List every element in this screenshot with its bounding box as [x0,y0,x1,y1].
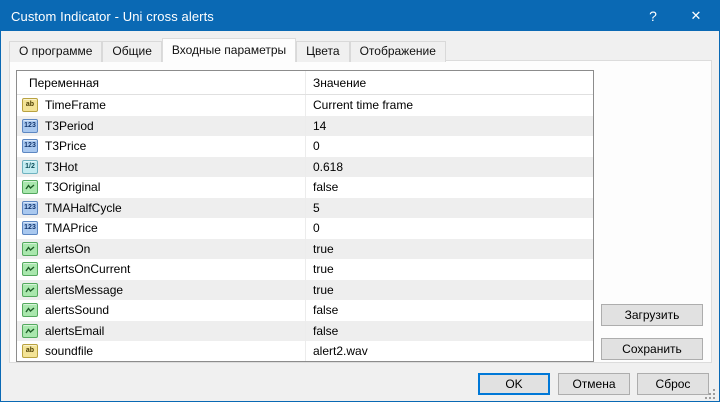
param-row[interactable]: 123 TMAHalfCycle 5 [17,198,593,219]
param-name-cell: ab TimeFrame [17,95,305,116]
param-name: soundfile [45,344,93,358]
param-row[interactable]: alertsOn true [17,239,593,260]
table-header: Переменная Значение [17,71,593,95]
reset-button[interactable]: Сброс [637,373,709,395]
resize-grip[interactable] [704,387,716,399]
int-type-icon: 123 [22,119,38,133]
param-name: alertsOn [45,242,90,256]
param-name: alertsMessage [45,283,123,297]
help-icon[interactable]: ? [633,1,673,31]
param-value[interactable]: false [305,321,593,342]
param-value[interactable]: 14 [305,116,593,137]
param-name: T3Original [45,180,100,194]
param-name-cell: T3Original [17,177,305,198]
save-button[interactable]: Сохранить [601,338,703,360]
int-type-icon: 123 [22,139,38,153]
param-name-cell: alertsOn [17,239,305,260]
param-value[interactable]: alert2.wav [305,341,593,362]
int-type-icon: 123 [22,201,38,215]
param-name-cell: alertsEmail [17,321,305,342]
bool-type-icon [22,262,38,276]
bool-type-icon [22,283,38,297]
int-type-icon: 123 [22,221,38,235]
bool-type-icon [22,324,38,338]
titlebar: Custom Indicator - Uni cross alerts ? ✕ [1,1,719,31]
double-type-icon: 1/2 [22,160,38,174]
bool-type-icon [22,303,38,317]
param-value[interactable]: Current time frame [305,95,593,116]
param-table-body: ab TimeFrame Current time frame 123 T3Period… [17,95,593,362]
column-header-value: Значение [305,71,593,94]
param-name: T3Hot [45,160,78,174]
param-name-cell: alertsMessage [17,280,305,301]
param-name: TimeFrame [45,98,106,112]
param-value[interactable]: 0.618 [305,157,593,178]
param-row[interactable]: alertsSound false [17,300,593,321]
param-row[interactable]: 1/2 T3Hot 0.618 [17,157,593,178]
tab-display[interactable]: Отображение [350,41,446,62]
param-name-cell: ab soundfile [17,341,305,362]
param-value[interactable]: true [305,280,593,301]
close-icon[interactable]: ✕ [673,1,719,31]
param-value[interactable]: true [305,259,593,280]
tab-about[interactable]: О программе [9,41,102,62]
tab-page-inputs: Переменная Значение ab TimeFrame Current t… [9,60,712,363]
param-name-cell: 1/2 T3Hot [17,157,305,178]
cancel-button[interactable]: Отмена [558,373,630,395]
ok-button[interactable]: OK [478,373,550,395]
param-row[interactable]: T3Original false [17,177,593,198]
parameter-table: Переменная Значение ab TimeFrame Current t… [16,70,594,362]
param-name: TMAHalfCycle [45,201,122,215]
param-value[interactable]: 0 [305,218,593,239]
param-value[interactable]: 0 [305,136,593,157]
bool-type-icon [22,242,38,256]
param-name-cell: 123 T3Period [17,116,305,137]
param-name-cell: alertsSound [17,300,305,321]
param-value[interactable]: false [305,177,593,198]
param-name-cell: 123 TMAHalfCycle [17,198,305,219]
tab-bar: О программеОбщиеВходные параметрыЦветаОт… [9,37,711,61]
param-name: T3Price [45,139,86,153]
param-name: alertsOnCurrent [45,262,130,276]
param-row[interactable]: alertsEmail false [17,321,593,342]
param-value[interactable]: true [305,239,593,260]
param-name: TMAPrice [45,221,98,235]
param-row[interactable]: ab TimeFrame Current time frame [17,95,593,116]
param-row[interactable]: alertsMessage true [17,280,593,301]
tab-colors[interactable]: Цвета [296,41,349,62]
column-header-variable: Переменная [17,76,305,90]
param-value[interactable]: 5 [305,198,593,219]
param-row[interactable]: ab soundfile alert2.wav [17,341,593,362]
tab-inputs[interactable]: Входные параметры [162,38,296,62]
param-row[interactable]: 123 TMAPrice 0 [17,218,593,239]
load-button[interactable]: Загрузить [601,304,703,326]
param-row[interactable]: alertsOnCurrent true [17,259,593,280]
window-title: Custom Indicator - Uni cross alerts [1,9,633,24]
param-name-cell: 123 T3Price [17,136,305,157]
param-name: T3Period [45,119,94,133]
param-name: alertsSound [45,303,109,317]
string-type-icon: ab [22,344,38,358]
param-name-cell: alertsOnCurrent [17,259,305,280]
param-row[interactable]: 123 T3Price 0 [17,136,593,157]
custom-indicator-dialog: Custom Indicator - Uni cross alerts ? ✕ … [0,0,720,402]
tab-common[interactable]: Общие [102,41,161,62]
param-name: alertsEmail [45,324,104,338]
string-type-icon: ab [22,98,38,112]
bool-type-icon [22,180,38,194]
param-row[interactable]: 123 T3Period 14 [17,116,593,137]
param-value[interactable]: false [305,300,593,321]
param-name-cell: 123 TMAPrice [17,218,305,239]
